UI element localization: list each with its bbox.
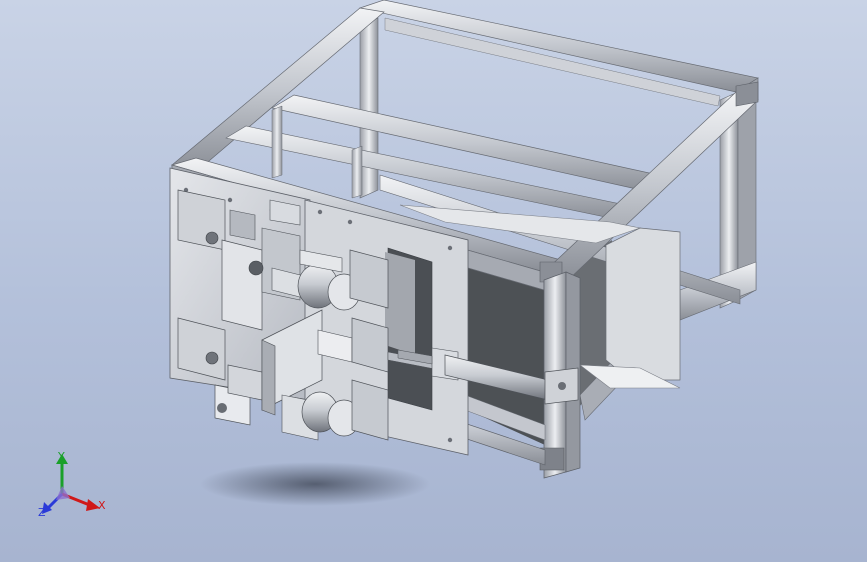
graphics-viewport[interactable]: Y X Z xyxy=(0,0,867,562)
triad-x-label: X xyxy=(98,499,106,512)
assembly-model[interactable] xyxy=(0,0,867,562)
triad-y-label: Y xyxy=(58,450,65,463)
triad-origin xyxy=(56,486,70,500)
coordinate-triad[interactable] xyxy=(34,446,114,526)
ground-shadow xyxy=(200,462,430,506)
triad-z-label: Z xyxy=(38,506,46,519)
